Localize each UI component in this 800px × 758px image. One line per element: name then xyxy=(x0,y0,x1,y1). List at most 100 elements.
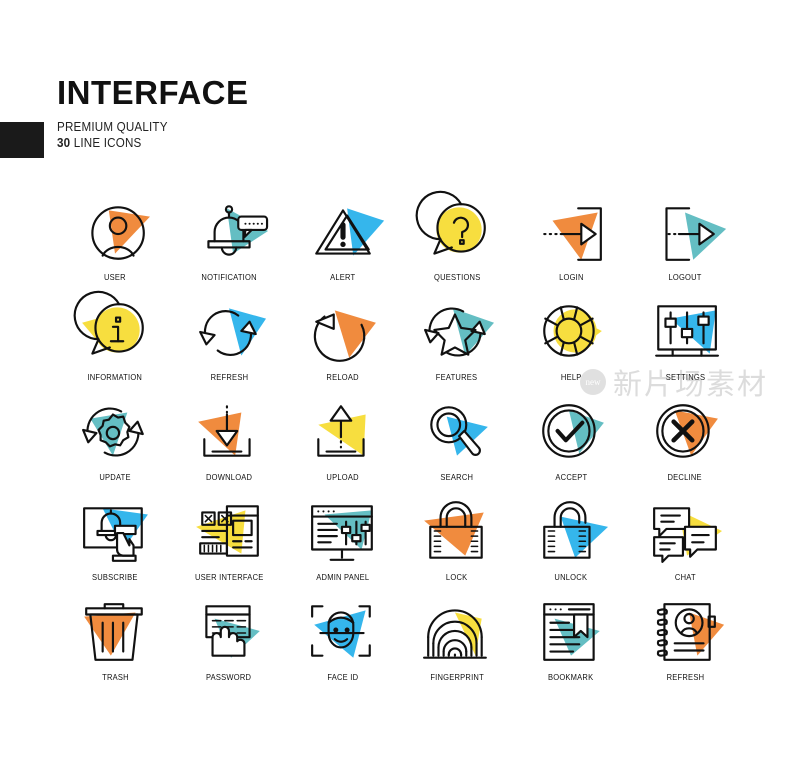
icon-grid: USER NOTIFICATION ALERT QUESTIONS LOGIN LOGOU… xyxy=(58,190,742,696)
icon-label: FACE ID xyxy=(327,673,359,682)
icon-cell-upload[interactable]: UPLOAD xyxy=(286,396,400,496)
icon-cell-download[interactable]: DOWNLOAD xyxy=(172,396,286,496)
cross-circle-icon xyxy=(642,396,728,468)
icon-cell-trash[interactable]: TRASH xyxy=(58,596,172,696)
subscribe-hand-icon xyxy=(72,496,158,568)
warning-triangle-icon xyxy=(300,196,386,268)
icon-label: DOWNLOAD xyxy=(205,473,253,482)
login-arrow-icon xyxy=(528,196,614,268)
info-bubble-icon xyxy=(72,290,158,368)
icon-label: UNLOCK xyxy=(554,573,588,582)
icon-cell-features[interactable]: FEATURES xyxy=(400,296,514,396)
icon-label: HELP xyxy=(560,373,582,382)
icon-cell-logout[interactable]: LOGOUT xyxy=(628,196,742,296)
icon-label: SETTINGS xyxy=(665,373,705,382)
icon-cell-questions[interactable]: QUESTIONS xyxy=(400,190,514,296)
icon-label: DECLINE xyxy=(667,473,703,482)
icon-label: REFRESH xyxy=(666,673,704,682)
icon-label: REFRESH xyxy=(210,373,248,382)
icon-cell-search[interactable]: SEARCH xyxy=(400,396,514,496)
logout-arrow-icon xyxy=(642,196,728,268)
icon-cell-chat[interactable]: CHAT xyxy=(628,496,742,596)
admin-monitor-icon xyxy=(300,496,386,568)
icon-cell-login[interactable]: LOGIN xyxy=(514,196,628,296)
icon-label: SUBSCRIBE xyxy=(92,573,138,582)
refresh-arrows-icon xyxy=(186,296,272,368)
icon-cell-subscribe[interactable]: SUBSCRIBE xyxy=(58,496,172,596)
icon-label: LOGOUT xyxy=(668,273,702,282)
icon-cell-refresh[interactable]: REFRESH xyxy=(172,296,286,396)
page-title: INTERFACE xyxy=(57,74,249,111)
trash-bin-icon xyxy=(72,596,158,668)
icon-label: QUESTIONS xyxy=(433,273,481,282)
icon-label: RELOAD xyxy=(326,373,360,382)
icon-label: USER INTERFACE xyxy=(194,573,264,582)
fingerprint-icon xyxy=(414,596,500,668)
icon-count: 30 xyxy=(57,136,71,150)
chat-bubbles-icon xyxy=(642,496,728,568)
padlock-open-icon xyxy=(528,496,614,568)
icon-cell-fingerprint[interactable]: FINGERPRINT xyxy=(400,596,514,696)
subtitle-line-1: PREMIUM QUALITY xyxy=(57,120,168,134)
keypad-hand-icon xyxy=(186,596,272,668)
icon-cell-accept[interactable]: ACCEPT xyxy=(514,396,628,496)
line-icons-text: LINE ICONS xyxy=(70,136,142,150)
icon-cell-password[interactable]: PASSWORD xyxy=(172,596,286,696)
icon-label: ALERT xyxy=(330,273,356,282)
ui-layout-icon xyxy=(186,496,272,568)
magnifier-icon xyxy=(414,396,500,468)
contact-book-icon xyxy=(642,596,728,668)
icon-label: BOOKMARK xyxy=(548,673,594,682)
icon-cell-update[interactable]: UPDATE xyxy=(58,396,172,496)
icon-cell-unlock[interactable]: UNLOCK xyxy=(514,496,628,596)
icon-label: ACCEPT xyxy=(555,473,587,482)
subtitle-line-2: 30 LINE ICONS xyxy=(57,135,235,151)
icon-label: UPDATE xyxy=(99,473,131,482)
icon-label: NOTIFICATION xyxy=(201,273,257,282)
icon-label: CHAT xyxy=(674,573,696,582)
icon-label: TRASH xyxy=(101,673,129,682)
icon-label: INFORMATION xyxy=(87,373,143,382)
header-black-block xyxy=(0,122,44,158)
title-block: INTERFACE PREMIUM QUALITY 30 LINE ICONS xyxy=(57,76,249,151)
icon-cell-help[interactable]: HELP xyxy=(514,296,628,396)
icon-label: PASSWORD xyxy=(206,673,252,682)
download-arrow-icon xyxy=(186,396,272,468)
gear-cycle-icon xyxy=(72,396,158,468)
face-id-icon xyxy=(300,596,386,668)
reload-arrow-icon xyxy=(300,296,386,368)
icon-cell-refresh[interactable]: REFRESH xyxy=(628,596,742,696)
icon-cell-notification[interactable]: NOTIFICATION xyxy=(172,196,286,296)
icon-cell-user-interface[interactable]: USER INTERFACE xyxy=(172,496,286,596)
check-circle-icon xyxy=(528,396,614,468)
icon-label: LOGIN xyxy=(558,273,584,282)
bell-icon xyxy=(186,196,272,268)
icon-cell-settings[interactable]: SETTINGS xyxy=(628,296,742,396)
icon-cell-lock[interactable]: LOCK xyxy=(400,496,514,596)
page-header: INTERFACE PREMIUM QUALITY 30 LINE ICONS xyxy=(0,60,800,170)
icon-label: SEARCH xyxy=(440,473,474,482)
icon-label: FINGERPRINT xyxy=(430,673,484,682)
padlock-closed-icon xyxy=(414,496,500,568)
icon-label: UPLOAD xyxy=(326,473,360,482)
icon-label: FEATURES xyxy=(436,373,478,382)
page-subtitle: PREMIUM QUALITY 30 LINE ICONS xyxy=(57,119,235,151)
lifebuoy-icon xyxy=(528,296,614,368)
icon-cell-face-id[interactable]: FACE ID xyxy=(286,596,400,696)
bookmark-page-icon xyxy=(528,596,614,668)
icon-cell-alert[interactable]: ALERT xyxy=(286,196,400,296)
monitor-sliders-icon xyxy=(642,296,728,368)
star-cycle-icon xyxy=(414,296,500,368)
icon-cell-user[interactable]: USER xyxy=(58,196,172,296)
icon-label: LOCK xyxy=(446,573,468,582)
icon-cell-bookmark[interactable]: BOOKMARK xyxy=(514,596,628,696)
icon-label: ADMIN PANEL xyxy=(316,573,370,582)
icon-cell-information[interactable]: INFORMATION xyxy=(58,290,172,396)
icon-cell-admin-panel[interactable]: ADMIN PANEL xyxy=(286,496,400,596)
icon-cell-decline[interactable]: DECLINE xyxy=(628,396,742,496)
icon-cell-reload[interactable]: RELOAD xyxy=(286,296,400,396)
icon-label: USER xyxy=(104,273,126,282)
question-bubble-icon xyxy=(414,190,500,268)
upload-arrow-icon xyxy=(300,396,386,468)
user-icon xyxy=(72,196,158,268)
